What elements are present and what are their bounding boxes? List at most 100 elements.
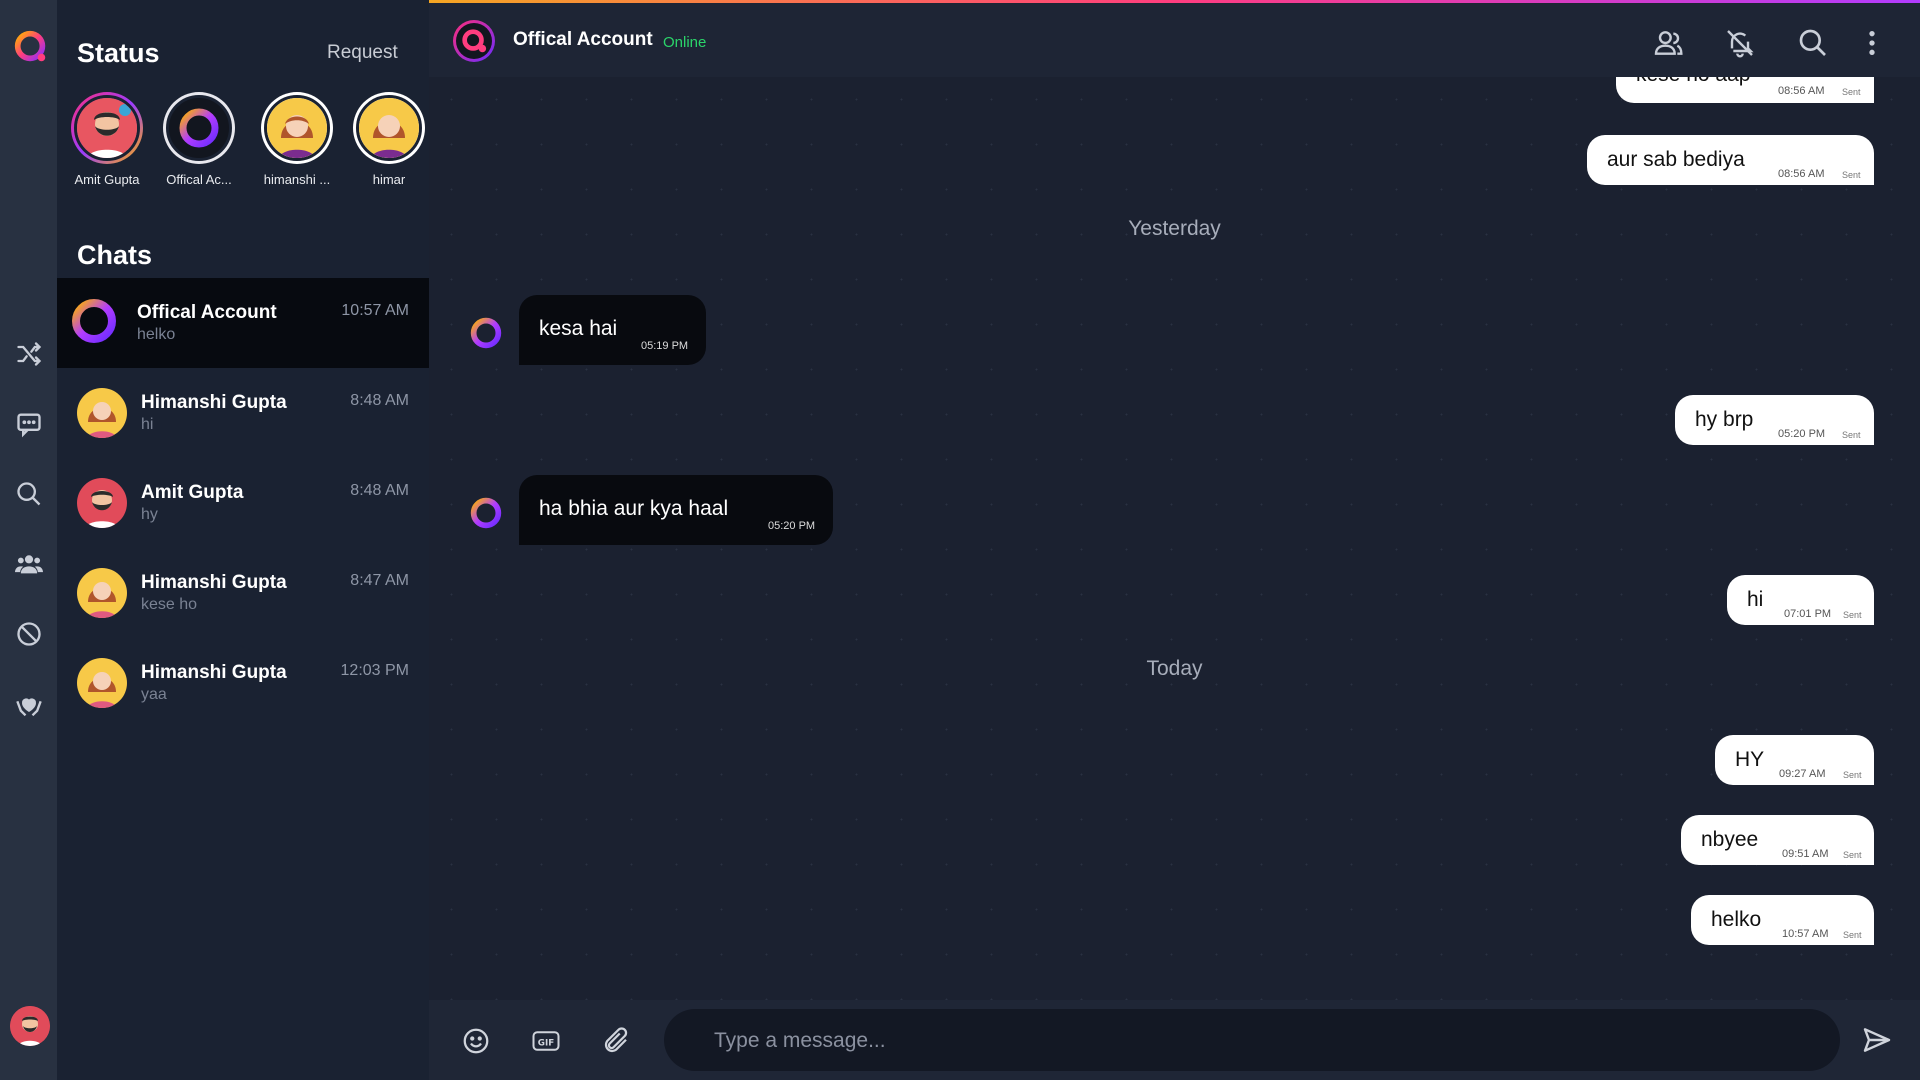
message-text: hi xyxy=(1747,588,1764,611)
group-icon xyxy=(14,555,43,574)
sidebar: Status Request Amit Gupta Offical Ac... … xyxy=(57,0,429,1080)
online-status: Online xyxy=(663,34,707,51)
day-separator: Yesterday xyxy=(1128,217,1221,240)
message-text: nbyee xyxy=(1701,828,1759,851)
avatar xyxy=(69,296,119,346)
chat-time: 8:47 AM xyxy=(350,572,409,589)
story-item[interactable]: himar xyxy=(347,92,429,187)
nav-blocked[interactable] xyxy=(0,620,57,648)
message-bubble-out[interactable]: hi 07:01 PM Sent xyxy=(1727,575,1874,625)
avatar xyxy=(77,388,127,438)
shuffle-icon xyxy=(16,342,41,366)
chat-name: Himanshi Gupta xyxy=(141,572,287,593)
chat-header: Offical Account Online xyxy=(429,3,1920,77)
nav-shuffle[interactable] xyxy=(0,340,57,368)
more-icon[interactable] xyxy=(1856,27,1888,59)
avatar xyxy=(77,478,127,528)
story-name: Offical Ac... xyxy=(166,172,232,187)
message-composer: GIF Type a message... xyxy=(429,1000,1920,1080)
heart-hands-icon xyxy=(15,698,42,717)
message-sent-status: Sent xyxy=(1843,610,1862,620)
sender-avatar xyxy=(470,497,502,529)
avatar xyxy=(356,95,422,161)
status-stories: Amit Gupta Offical Ac... himanshi ... hi… xyxy=(57,92,429,202)
message-bubble-out[interactable]: aur sab bediya 08:56 AM Sent xyxy=(1587,135,1874,185)
message-time: 05:19 PM xyxy=(641,340,689,352)
message-sent-status: Sent xyxy=(1843,850,1862,860)
message-time: 09:27 AM xyxy=(1779,768,1826,780)
message-input-placeholder: Type a message... xyxy=(714,1029,886,1052)
mute-icon[interactable] xyxy=(1724,27,1756,59)
story-name: himar xyxy=(372,172,406,187)
message-time: 10:57 AM xyxy=(1782,928,1829,940)
message-bubble-in[interactable]: ha bhia aur kya haal 05:20 PM xyxy=(519,475,833,545)
avatar xyxy=(77,568,127,618)
chat-time: 12:03 PM xyxy=(340,662,409,679)
chat-contact-name: Offical Account xyxy=(513,29,653,50)
chat-preview: hi xyxy=(141,416,154,433)
message-bubble-out[interactable]: helko 10:57 AM Sent xyxy=(1691,895,1874,945)
message-sent-status: Sent xyxy=(1843,770,1862,780)
chat-list-item[interactable]: Himanshi Gupta yaa 12:03 PM xyxy=(57,638,429,728)
chat-time: 8:48 AM xyxy=(350,392,409,409)
search-icon[interactable] xyxy=(1797,27,1829,59)
emoji-icon[interactable] xyxy=(461,1026,491,1056)
message-text: HY xyxy=(1735,748,1765,771)
message-input[interactable]: Type a message... xyxy=(664,1009,1840,1071)
message-text: kese ho aap xyxy=(1636,77,1750,87)
status-title: Status xyxy=(77,38,160,68)
nav-search[interactable] xyxy=(0,480,57,508)
chat-preview: hy xyxy=(141,506,158,523)
chat-list-item[interactable]: Himanshi Gupta kese ho 8:47 AM xyxy=(57,548,429,638)
contacts-icon[interactable] xyxy=(1652,27,1684,59)
avatar xyxy=(166,95,232,161)
avatar[interactable] xyxy=(453,20,495,62)
story-name: himanshi ... xyxy=(263,172,331,187)
attach-icon[interactable] xyxy=(601,1026,631,1056)
story-item[interactable]: Amit Gupta xyxy=(65,92,149,187)
chat-list-item[interactable]: Offical Account helko 10:57 AM xyxy=(57,278,429,368)
story-name: Amit Gupta xyxy=(74,172,140,187)
message-bubble-out[interactable]: kese ho aap 08:56 AM Sent xyxy=(1616,77,1874,103)
nav-favorites[interactable] xyxy=(0,692,57,720)
chat-name: Amit Gupta xyxy=(141,482,244,503)
chat-panel: Offical Account Online kese ho aap 08:56… xyxy=(429,0,1920,1080)
nav-rail xyxy=(0,0,57,1080)
app-logo-icon[interactable] xyxy=(12,28,50,66)
message-text: hy brp xyxy=(1695,408,1754,431)
chat-preview: kese ho xyxy=(141,596,198,613)
nav-chats[interactable] xyxy=(0,410,57,438)
story-item[interactable]: himanshi ... xyxy=(255,92,339,187)
chat-app: Status Request Amit Gupta Offical Ac... … xyxy=(0,0,1920,1080)
user-avatar[interactable] xyxy=(10,1006,50,1046)
message-bubble-out[interactable]: HY 09:27 AM Sent xyxy=(1715,735,1874,785)
message-sent-status: Sent xyxy=(1842,430,1861,440)
chat-list-item[interactable]: Amit Gupta hy 8:48 AM xyxy=(57,458,429,548)
message-time: 09:51 AM xyxy=(1782,848,1829,860)
block-icon xyxy=(16,622,41,646)
chat-list-item[interactable]: Himanshi Gupta hi 8:48 AM xyxy=(57,368,429,458)
message-text: ha bhia aur kya haal xyxy=(539,497,729,520)
chat-name: Himanshi Gupta xyxy=(141,392,287,413)
day-separator: Today xyxy=(1146,657,1203,680)
message-bubble-in[interactable]: kesa hai 05:19 PM xyxy=(519,295,706,365)
story-item[interactable]: Offical Ac... xyxy=(157,92,241,187)
message-time: 07:01 PM xyxy=(1784,608,1832,620)
gif-icon[interactable]: GIF xyxy=(531,1026,561,1056)
message-bubble-out[interactable]: nbyee 09:51 AM Sent xyxy=(1681,815,1874,865)
send-icon[interactable] xyxy=(1861,1024,1893,1056)
sender-avatar xyxy=(470,317,502,349)
nav-groups[interactable] xyxy=(0,550,57,578)
avatar xyxy=(74,95,140,161)
chat-name: Himanshi Gupta xyxy=(141,662,287,683)
search-icon xyxy=(16,482,40,506)
avatar xyxy=(77,658,127,708)
message-text: aur sab bediya xyxy=(1607,148,1745,171)
message-time: 05:20 PM xyxy=(1778,428,1826,440)
message-text: kesa hai xyxy=(539,317,618,340)
chats-title: Chats xyxy=(77,240,153,270)
request-link[interactable]: Request xyxy=(327,42,398,64)
message-bubble-out[interactable]: hy brp 05:20 PM Sent xyxy=(1675,395,1874,445)
chat-icon xyxy=(16,413,41,438)
message-list: kese ho aap 08:56 AM Sent aur sab bediya… xyxy=(429,77,1920,1000)
